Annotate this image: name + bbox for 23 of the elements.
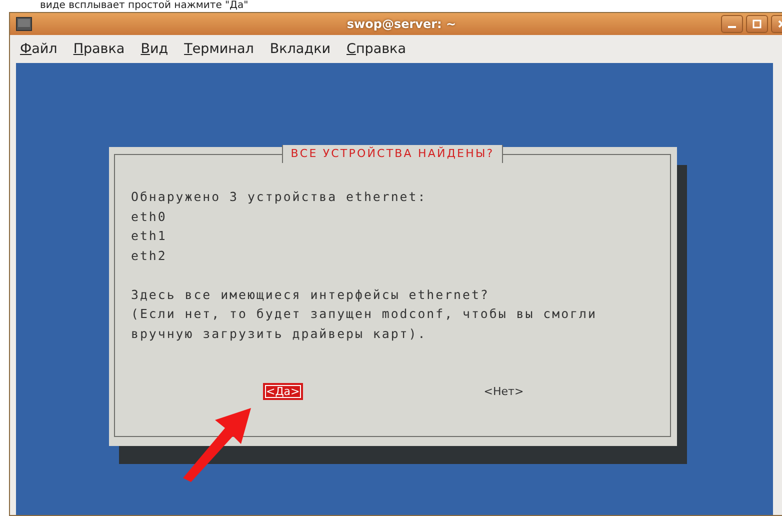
- window-title: swop@server: ~: [346, 17, 456, 31]
- maximize-button[interactable]: [746, 15, 768, 33]
- dialog-text: eth1: [131, 227, 168, 245]
- minimize-button[interactable]: [721, 15, 743, 33]
- dialog-text: eth2: [131, 246, 168, 264]
- menu-item[interactable]: Правка: [67, 39, 131, 59]
- menu-item[interactable]: Вид: [134, 39, 174, 59]
- menu-item[interactable]: Вкладки: [264, 39, 336, 59]
- maximize-icon: [752, 19, 762, 29]
- dialog-text: (Если нет, то будет запущен modconf, чтобы вы смогли: [131, 305, 598, 323]
- dialog-text: Обнаружено 3 устройства ethernet:: [131, 188, 428, 206]
- minimize-icon: [728, 26, 736, 28]
- terminal-icon: [16, 17, 32, 31]
- menu-item[interactable]: Терминал: [178, 39, 260, 59]
- dialog-text: eth0: [131, 208, 168, 226]
- menu-item[interactable]: Файл: [14, 39, 64, 59]
- caption-text: виде всплывает простой нажмите "Да": [39, 0, 250, 12]
- menu-item[interactable]: Справка: [340, 39, 412, 59]
- dialog-text: Здесь все имеющиеся интерфейсы ethernet?: [131, 286, 490, 304]
- dialog-title: ВСЕ УСТРОЙСТВА НАЙДЕНЫ?: [282, 145, 504, 163]
- dialog-button[interactable]: <Нет>: [480, 383, 527, 400]
- dialog-text: вручную загрузить драйверы карт).: [131, 324, 428, 343]
- dialog-button[interactable]: <Да>: [263, 383, 303, 400]
